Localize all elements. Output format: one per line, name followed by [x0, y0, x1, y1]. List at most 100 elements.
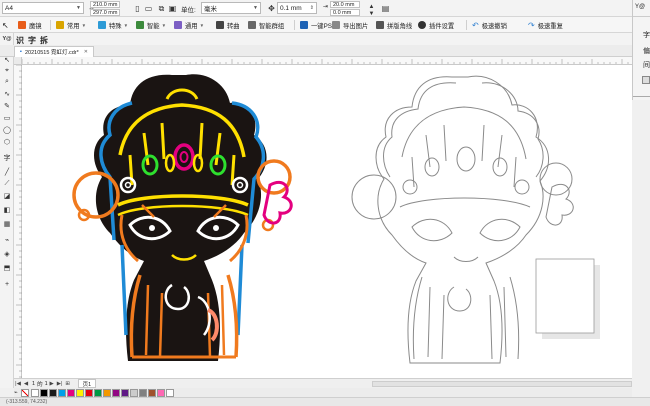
transparency-tool-icon[interactable]: ◧ — [2, 205, 12, 215]
pattern-icon[interactable]: ▦ — [2, 219, 12, 229]
chevron-down-icon: ▼ — [76, 5, 81, 11]
color-swatch[interactable] — [156, 388, 165, 397]
plugin-changyong[interactable]: 常用 ▼ — [56, 19, 86, 31]
plugin-one-click-ps[interactable]: 一键PS — [300, 19, 332, 31]
plugin-zhuanqu[interactable]: 转曲 — [216, 19, 240, 31]
ruler-origin[interactable] — [14, 57, 22, 65]
landscape-icon[interactable]: ▭ — [143, 3, 154, 14]
convert-curve-icon — [216, 21, 224, 29]
general-icon — [174, 21, 182, 29]
color-swatch[interactable] — [102, 388, 111, 397]
color-swatch[interactable] — [39, 388, 48, 397]
page-tab[interactable]: 页1 — [77, 379, 97, 388]
smart-fill-icon[interactable]: ⬒ — [2, 263, 12, 273]
char-button[interactable]: 字 — [28, 35, 36, 46]
plugin-export-image[interactable]: 导出图片 — [332, 19, 368, 31]
next-page-icon[interactable]: ▶ — [48, 381, 56, 387]
plugin-settings[interactable]: 插件设置 — [418, 19, 454, 31]
plugin-mojing[interactable]: 魔镜 — [18, 19, 42, 31]
export-icon — [332, 21, 340, 29]
plugin-fast-undo[interactable]: ↶ 极速撤销 — [472, 19, 507, 31]
plugin-crop-marks[interactable]: 拼版角线 — [376, 19, 412, 31]
plugin-smart-group[interactable]: 智能群组 — [248, 19, 284, 31]
horizontal-scrollbar[interactable] — [372, 380, 632, 387]
color-swatch[interactable] — [93, 388, 102, 397]
units-select[interactable]: 毫米 ▼ — [201, 2, 261, 14]
plugin-label: 通用 — [185, 22, 198, 30]
recognize-char-button[interactable]: 识 — [16, 35, 24, 46]
color-swatch[interactable] — [138, 388, 147, 397]
rectangle-tool-icon[interactable]: ▭ — [2, 113, 12, 123]
outline-silhouette — [375, 75, 549, 364]
nudge-icon: ✥ — [268, 4, 275, 13]
parallel-dimension-icon[interactable]: ╱ — [2, 167, 12, 177]
units-value: 毫米 — [204, 6, 217, 13]
nudge-field[interactable]: 0.1 mm ⇕ — [277, 2, 317, 14]
freehand-tool-icon[interactable]: ∿ — [2, 89, 12, 99]
page-border[interactable] — [535, 258, 600, 339]
eyedropper-icon[interactable]: ⌁ — [14, 389, 18, 396]
duplicate-y-field[interactable]: 0.0 mm — [330, 9, 360, 16]
no-color-swatch[interactable] — [20, 388, 29, 397]
yq-icon[interactable]: Y@ — [2, 34, 12, 44]
divider — [633, 16, 650, 17]
document-tab[interactable]: ▪ 20210515 霓虹灯.cdr* ✕ — [14, 46, 94, 57]
plugin-label: 极速重复 — [537, 22, 563, 30]
color-swatch[interactable] — [75, 388, 84, 397]
close-icon[interactable]: ✕ — [84, 49, 88, 55]
connector-tool-icon[interactable]: ⟋ — [2, 179, 12, 189]
color-swatch[interactable] — [129, 388, 138, 397]
color-swatch[interactable] — [57, 388, 66, 397]
redo-icon: ↷ — [528, 20, 535, 30]
color-swatch[interactable] — [120, 388, 129, 397]
color-swatch[interactable] — [30, 388, 39, 397]
outline-hair-left — [383, 82, 457, 178]
first-page-icon[interactable]: |◀ — [14, 381, 22, 387]
add-tool-icon[interactable]: + — [2, 279, 12, 289]
plugin-fast-redo[interactable]: ↷ 极速重复 — [528, 19, 563, 31]
prev-page-icon[interactable]: ◀ — [22, 381, 30, 387]
zoom-tool-icon[interactable]: ⌕ — [2, 77, 12, 87]
drawing-canvas[interactable] — [22, 65, 632, 378]
docker-swatch-icon[interactable] — [642, 76, 650, 84]
color-swatch[interactable] — [48, 388, 57, 397]
docker-label-1: 字 — [643, 32, 650, 39]
current-page-icon[interactable]: ▣ — [167, 3, 178, 14]
last-page-icon[interactable]: ▶| — [56, 381, 64, 387]
options-icon[interactable]: ▤ — [380, 3, 391, 14]
horizontal-ruler[interactable] — [22, 57, 632, 65]
chevron-down-icon: ▼ — [199, 22, 205, 28]
page-width-value: 210.0 mm — [90, 1, 121, 8]
duplicate-x-field[interactable]: 20.0 mm — [330, 1, 360, 8]
outline-center-gem — [456, 146, 476, 172]
page-width-field[interactable]: 210.0 mm — [90, 1, 121, 8]
vertical-ruler[interactable] — [14, 64, 22, 378]
color-swatch[interactable] — [84, 388, 93, 397]
pick-tool-mini[interactable]: ↖ — [2, 19, 9, 31]
ellipse-tool-icon[interactable]: ◯ — [2, 125, 12, 135]
plugin-tongyong[interactable]: 通用 ▼ — [174, 19, 204, 31]
plugin-teshu[interactable]: 特殊 ▼ — [98, 19, 128, 31]
color-swatch[interactable] — [66, 388, 75, 397]
split-button[interactable]: 拆 — [40, 35, 48, 46]
interactive-fill-icon[interactable]: ◈ — [2, 249, 12, 259]
all-pages-icon[interactable]: ⧉ — [156, 3, 167, 14]
eyedropper-tool-icon[interactable]: ⌁ — [2, 235, 12, 245]
blend-tool-icon[interactable]: ◪ — [2, 191, 12, 201]
text-tool-icon[interactable]: 字 — [2, 153, 12, 163]
polygon-tool-icon[interactable]: ⬡ — [2, 137, 12, 147]
portrait-icon[interactable]: ▯ — [132, 3, 143, 14]
artistic-media-icon[interactable]: ✎ — [2, 101, 12, 111]
arrow-cursor-icon: ↖ — [2, 20, 9, 30]
page-height-field[interactable]: 297.0 mm — [90, 9, 121, 16]
plugin-zhineng[interactable]: 智能 ▼ — [136, 19, 166, 31]
undo-icon: ↶ — [472, 20, 479, 30]
add-page-icon[interactable]: ⊞ — [64, 381, 72, 387]
color-palette: ⌁ — [14, 388, 632, 397]
color-swatch[interactable] — [111, 388, 120, 397]
neon-opera-figure[interactable] — [72, 74, 293, 362]
page-size-select[interactable]: A4 ▼ — [2, 2, 84, 14]
color-swatch[interactable] — [147, 388, 156, 397]
color-swatch[interactable] — [165, 388, 174, 397]
shape-tool-icon[interactable]: ⌖ — [2, 66, 12, 76]
